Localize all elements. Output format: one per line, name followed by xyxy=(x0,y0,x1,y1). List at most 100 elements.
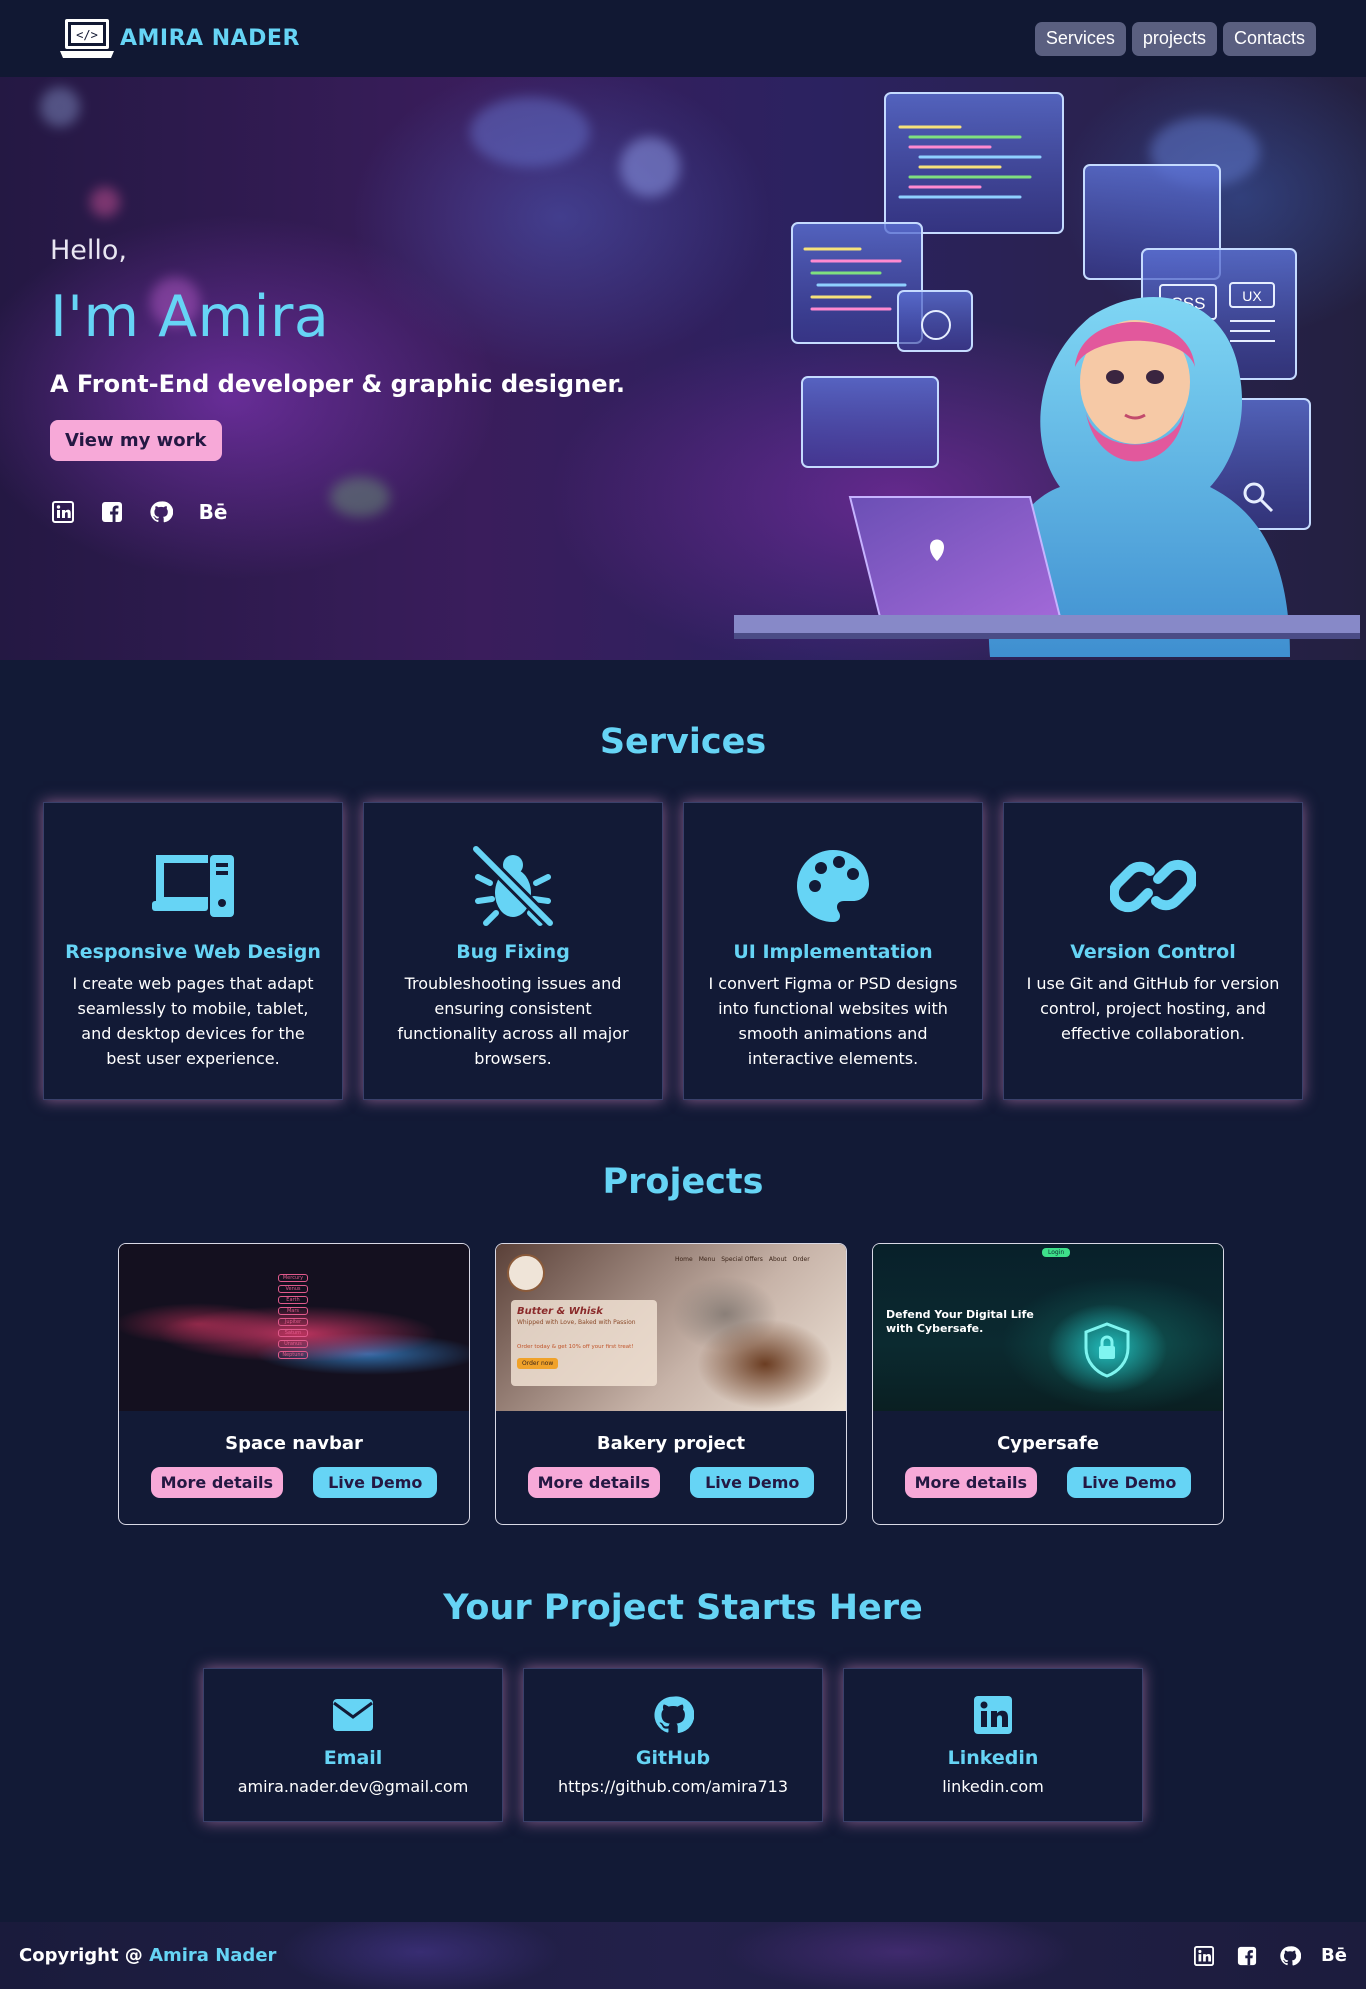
contact-card-linkedin: Linkedin linkedin.com xyxy=(843,1668,1143,1822)
contact-title: Email xyxy=(323,1747,383,1769)
bakery-nav-item: Special Offers xyxy=(721,1256,763,1263)
nav-link-contacts[interactable]: Contacts xyxy=(1222,21,1316,56)
brand[interactable]: </> AMIRA NADER xyxy=(58,17,300,61)
project-name: Space navbar xyxy=(225,1433,363,1454)
contact-title: Linkedin xyxy=(947,1747,1039,1769)
github-icon xyxy=(651,1693,695,1737)
service-title: Version Control xyxy=(1070,941,1236,963)
more-details-button[interactable]: More details xyxy=(150,1467,284,1498)
project-thumbnail[interactable]: Login Defend Your Digital Life with Cybe… xyxy=(873,1244,1223,1411)
bug-slash-icon xyxy=(468,841,558,931)
palette-icon xyxy=(788,841,878,931)
project-buttons: More details Live Demo xyxy=(527,1467,815,1498)
shield-lock-icon xyxy=(1084,1322,1130,1378)
hero-role: A Front-End developer & graphic designer… xyxy=(50,370,626,398)
contact-title: Your Project Starts Here xyxy=(443,1588,923,1628)
contact-value[interactable]: https://github.com/amira713 xyxy=(558,1777,788,1796)
project-card: Login Defend Your Digital Life with Cybe… xyxy=(872,1243,1224,1525)
developer-illustration: CSS UX xyxy=(730,77,1366,660)
facebook-icon[interactable] xyxy=(99,499,124,524)
bakery-heading: Butter & Whisk xyxy=(517,1306,603,1317)
nav-links: Services projects Contacts xyxy=(1034,21,1316,56)
laptop-code-icon: </> xyxy=(58,17,116,61)
hero-text: Hello, I'm Amira A Front-End developer &… xyxy=(50,235,625,524)
linkedin-icon[interactable] xyxy=(50,499,75,524)
bokeh-light xyxy=(470,97,590,167)
ux-label: UX xyxy=(1242,288,1262,304)
project-thumbnail[interactable]: Home Menu Special Offers About Order But… xyxy=(496,1244,846,1411)
bakery-nav-item: Home xyxy=(675,1256,693,1263)
bakery-offer: Order today & get 10% off your first tre… xyxy=(517,1344,634,1350)
projects-grid: Mercury Venus Earth Mars Jupiter Saturn … xyxy=(118,1243,1224,1525)
bokeh-light xyxy=(40,87,80,127)
copyright: Copyright @ Amira Nader xyxy=(19,1945,276,1966)
service-title: Bug Fixing xyxy=(456,941,570,963)
contact-title: GitHub xyxy=(635,1747,711,1769)
more-details-button[interactable]: More details xyxy=(527,1467,661,1498)
live-demo-button[interactable]: Live Demo xyxy=(1067,1467,1192,1498)
service-card: Responsive Web Design I create web pages… xyxy=(43,802,343,1100)
bakery-order-button: Order now xyxy=(517,1358,559,1369)
service-title: UI Implementation xyxy=(733,941,933,963)
github-icon[interactable] xyxy=(148,499,173,524)
space-menu-item: Venus xyxy=(278,1285,308,1293)
footer-social-links: Bē xyxy=(1191,1943,1348,1968)
hero-greeting: Hello, xyxy=(50,235,128,266)
service-description: I use Git and GitHub for version control… xyxy=(1026,974,1280,1043)
nav-link-services[interactable]: Services xyxy=(1034,21,1126,56)
bakery-nav-item: Order xyxy=(792,1256,810,1263)
cyber-login-button: Login xyxy=(1042,1248,1071,1257)
live-demo-button[interactable]: Live Demo xyxy=(690,1467,815,1498)
space-menu-item: Saturn xyxy=(278,1329,308,1337)
contact-card-github: GitHub https://github.com/amira713 xyxy=(523,1668,823,1822)
bokeh-light xyxy=(620,137,680,197)
hero-section: Hello, I'm Amira A Front-End developer &… xyxy=(0,77,1366,660)
service-description: Troubleshooting issues and ensuring cons… xyxy=(397,974,629,1068)
project-thumbnail[interactable]: Mercury Venus Earth Mars Jupiter Saturn … xyxy=(119,1244,469,1411)
behance-icon[interactable]: Bē xyxy=(197,499,229,524)
linkedin-icon[interactable] xyxy=(1191,1943,1216,1968)
devices-icon xyxy=(148,841,238,931)
project-name: Cypersafe xyxy=(997,1433,1099,1454)
copyright-prefix: Copyright @ xyxy=(19,1945,150,1966)
bakery-logo xyxy=(507,1254,545,1292)
services-grid: Responsive Web Design I create web pages… xyxy=(43,802,1303,1100)
view-my-work-button[interactable]: View my work xyxy=(50,420,222,461)
behance-icon[interactable]: Bē xyxy=(1320,1943,1348,1968)
space-menu-item: Neptune xyxy=(278,1351,308,1359)
contact-card-email: Email amira.nader.dev@gmail.com xyxy=(203,1668,503,1822)
service-description: I create web pages that adapt seamlessly… xyxy=(72,974,314,1068)
copyright-name-link[interactable]: Amira Nader xyxy=(149,1945,276,1966)
service-card: Bug Fixing Troubleshooting issues and en… xyxy=(363,802,663,1100)
hero-name: I'm Amira xyxy=(50,284,330,350)
github-icon[interactable] xyxy=(1277,1943,1302,1968)
envelope-icon xyxy=(331,1693,375,1737)
space-menu-item: Earth xyxy=(278,1296,308,1304)
hero-social-links: Bē xyxy=(50,499,625,524)
contact-value[interactable]: amira.nader.dev@gmail.com xyxy=(238,1777,469,1796)
more-details-button[interactable]: More details xyxy=(904,1467,1038,1498)
bokeh-light xyxy=(90,187,120,217)
contact-value[interactable]: linkedin.com xyxy=(942,1777,1044,1796)
bakery-subheading: Whipped with Love, Baked with Passion xyxy=(517,1319,636,1326)
link-icon xyxy=(1108,841,1198,931)
cyber-heading: Defend Your Digital Life with Cybersafe. xyxy=(886,1308,1034,1335)
service-description: I convert Figma or PSD designs into func… xyxy=(708,974,958,1068)
bakery-nav-item: Menu xyxy=(698,1256,716,1263)
contact-grid: Email amira.nader.dev@gmail.com GitHub h… xyxy=(203,1668,1143,1822)
project-card: Home Menu Special Offers About Order But… xyxy=(495,1243,847,1525)
nav-link-projects[interactable]: projects xyxy=(1131,21,1217,56)
projects-title: Projects xyxy=(602,1162,764,1202)
bakery-nav-item: About xyxy=(768,1256,787,1263)
space-menu-item: Mercury xyxy=(278,1274,308,1282)
project-card: Mercury Venus Earth Mars Jupiter Saturn … xyxy=(118,1243,470,1525)
services-title: Services xyxy=(599,722,767,762)
project-name: Bakery project xyxy=(596,1433,746,1454)
space-menu-item: Mars xyxy=(278,1307,308,1315)
space-menu-item: Uranus xyxy=(278,1340,308,1348)
facebook-icon[interactable] xyxy=(1234,1943,1259,1968)
service-title: Responsive Web Design xyxy=(65,941,321,963)
live-demo-button[interactable]: Live Demo xyxy=(313,1467,438,1498)
svg-text:</>: </> xyxy=(76,28,98,42)
brand-name: AMIRA NADER xyxy=(120,26,300,51)
